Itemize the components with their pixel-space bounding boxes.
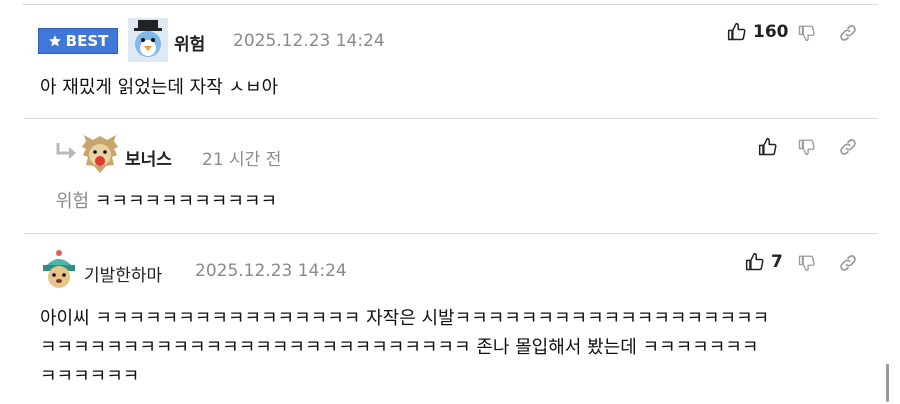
timestamp: 2025.12.23 14:24 [195,261,347,281]
dislike-button[interactable] [796,252,818,274]
avatar[interactable] [40,250,78,290]
thumbs-down-icon [798,139,815,156]
best-badge-label: BEST [65,32,109,50]
thumbs-down-icon [798,255,815,272]
timestamp: 21 시간 전 [202,150,282,170]
avatar[interactable] [128,18,168,62]
like-count: 7 [771,252,783,272]
like-button[interactable]: 7 [745,252,783,272]
top-divider [22,4,878,5]
comment-line: ㅋㅋㅋㅋㅋㅋㅋㅋㅋㅋㅋㅋㅋㅋㅋㅋㅋㅋㅋㅋㅋㅋㅋㅋㅋㅋ 존나 몰입해서 봤는데 ㅋ… [40,337,759,358]
link-button[interactable] [836,135,860,159]
best-badge: BEST [38,28,118,54]
comment-text: 위험 ㅋㅋㅋㅋㅋㅋㅋㅋㅋㅋㅋ [56,188,277,216]
comment-divider [24,118,878,119]
like-button[interactable]: 160 [727,22,789,42]
dislike-button[interactable] [796,136,818,158]
like-count: 160 [753,22,789,42]
nickname[interactable]: 기발한하마 [84,261,162,286]
comment-text: 아이씨 ㅋㅋㅋㅋㅋㅋㅋㅋㅋㅋㅋㅋㅋㅋㅋㅋ 자작은 시발ㅋㅋㅋㅋㅋㅋㅋㅋㅋㅋㅋㅋㅋ… [40,304,860,391]
link-icon [840,139,856,155]
dislike-button[interactable] [796,22,818,44]
thumbs-up-icon [745,252,764,271]
comment-body: ㅋㅋㅋㅋㅋㅋㅋㅋㅋㅋㅋ [94,191,278,212]
thumbs-down-icon [798,25,815,42]
nickname[interactable]: 위험 [174,30,205,55]
comment-line: ㅋㅋㅋㅋㅋㅋ [40,366,140,387]
star-icon [48,35,61,47]
avatar[interactable] [80,133,120,175]
thumbs-up-icon [758,137,777,156]
mention[interactable]: 위험 [56,191,89,212]
like-button[interactable] [757,136,779,158]
thumbs-up-icon [727,22,746,41]
link-icon [840,255,856,271]
link-button[interactable] [836,251,860,275]
timestamp: 2025.12.23 14:24 [233,31,385,51]
comment-text: 아 재밌게 읽었는데 자작 ㅅㅂ아 [40,77,279,98]
nickname[interactable]: 보너스 [125,145,172,170]
comment-divider [24,233,878,234]
link-icon [840,25,856,41]
link-button[interactable] [836,21,860,45]
reply-arrow-icon [54,141,78,167]
comment-line: 아이씨 ㅋㅋㅋㅋㅋㅋㅋㅋㅋㅋㅋㅋㅋㅋㅋㅋ 자작은 시발ㅋㅋㅋㅋㅋㅋㅋㅋㅋㅋㅋㅋㅋ… [40,308,770,329]
scrollbar[interactable] [886,364,889,402]
